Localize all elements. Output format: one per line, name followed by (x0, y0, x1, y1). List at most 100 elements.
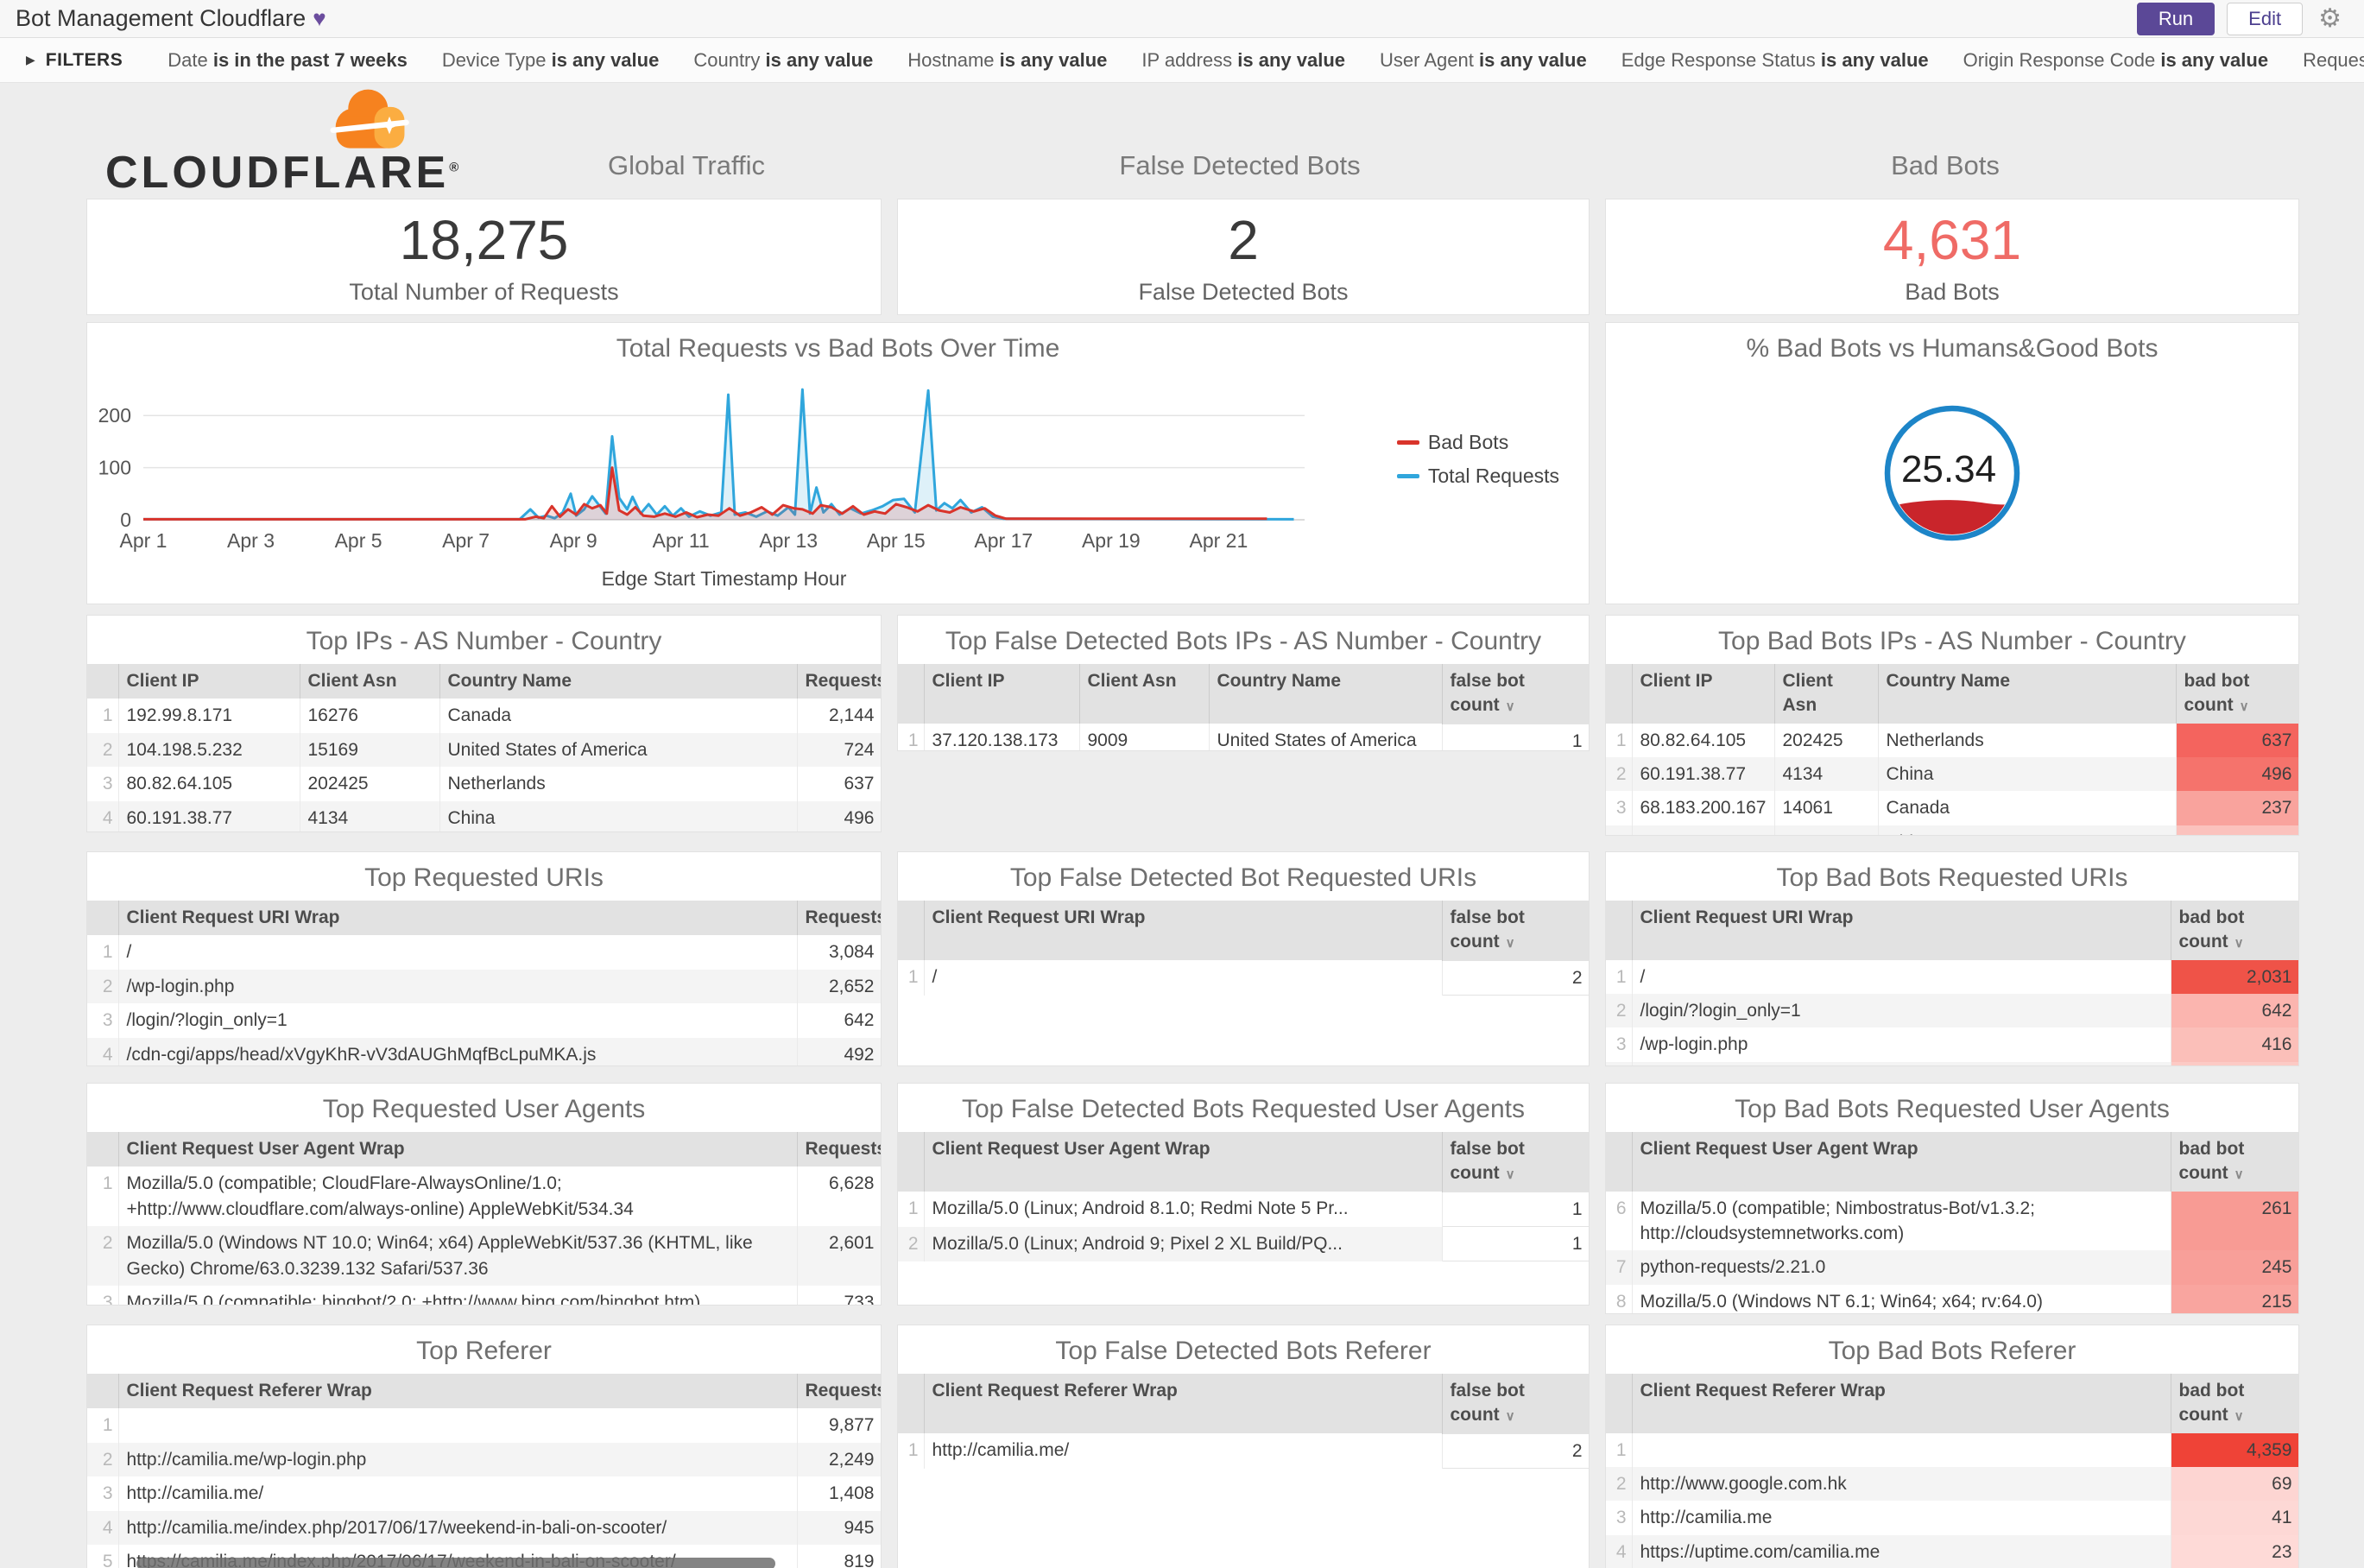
column-header[interactable]: bad bot count ∨ (2171, 901, 2298, 960)
svg-text:0: 0 (120, 509, 131, 531)
column-header[interactable]: Client Asn (1774, 664, 1879, 724)
value-cell: 2,652 (796, 969, 881, 1004)
table-row: 8 Mozilla/5.0 (Windows NT 6.1; Win64; x64… (1606, 1284, 2298, 1313)
line-chart[interactable]: 0 100 200 Apr 1 Apr 3 Apr 5 Apr 7 Apr 9 Apr 11 Ap… (87, 371, 1589, 563)
gear-icon[interactable]: ⚙ (2318, 3, 2342, 34)
svg-text:Apr 3: Apr 3 (227, 529, 275, 552)
value-cell: 41 (2170, 1501, 2298, 1535)
data-table: Client Request User Agent WrapRequests∨1… (87, 1132, 881, 1305)
column-header[interactable]: Client Request User Agent Wrap (924, 1132, 1443, 1192)
kpi-row: 18,275 Total Number of Requests 2 False … (86, 199, 2364, 315)
edit-button[interactable]: Edit (2227, 2, 2304, 35)
table-cell: China (1878, 825, 2177, 835)
ip-tables-row: Top IPs - AS Number - Country Client IP C… (86, 615, 2364, 836)
run-button[interactable]: Run (2136, 2, 2215, 35)
table-tile-top-referer: Top Referer Client Request Referer Wrap R… (86, 1325, 882, 1568)
table-cell: United States of America (439, 732, 798, 768)
filter-item[interactable]: Device Type is any value (442, 49, 660, 72)
filter-item[interactable]: Edge Response Status is any value (1621, 49, 1929, 72)
column-header[interactable]: Requests∨ (797, 1374, 881, 1409)
column-header[interactable]: bad bot count ∨ (2171, 1374, 2298, 1433)
filter-item[interactable]: Request URI is any value (2303, 49, 2364, 72)
column-header[interactable]: Client Asn (1079, 664, 1210, 724)
horizontal-scrollbar[interactable] (136, 1558, 775, 1568)
value-cell: 3,084 (796, 935, 881, 970)
column-header[interactable]: Client Request URI Wrap (924, 901, 1443, 961)
column-header[interactable]: Requests∨ (797, 1132, 881, 1167)
svg-text:Apr 17: Apr 17 (974, 529, 1033, 552)
row-index: 2 (1606, 1467, 1633, 1502)
column-header[interactable]: Client Request Referer Wrap (924, 1374, 1443, 1434)
cloudflare-logo: CLOUDFLARE® (105, 89, 468, 199)
value-cell: 1 (1441, 1191, 1589, 1228)
table-tile-top-ips: Top IPs - AS Number - Country Client IP C… (86, 615, 882, 832)
column-header[interactable]: Client IP (1632, 664, 1775, 724)
table-cell: / (118, 935, 798, 970)
column-header[interactable]: Country Name (1209, 664, 1443, 724)
column-header[interactable]: bad bot count ∨ (2171, 1132, 2298, 1192)
column-header[interactable]: Client Request User Agent Wrap (1632, 1132, 2171, 1192)
column-header[interactable]: Client Request User Agent Wrap (118, 1132, 798, 1167)
column-header[interactable]: Requests∨ (797, 901, 881, 936)
column-header[interactable]: Client Request URI Wrap (1632, 901, 2171, 960)
column-header[interactable]: Client Request URI Wrap (118, 901, 798, 936)
column-header[interactable]: false bot count ∨ (1442, 901, 1589, 961)
column-header[interactable]: Client IP (118, 664, 300, 699)
filter-item[interactable]: Country is any value (693, 49, 873, 72)
sort-descending-icon: ∨ (1505, 1167, 1515, 1183)
sort-descending-icon: ∨ (2234, 1409, 2244, 1425)
column-header[interactable]: Client IP (924, 664, 1080, 724)
row-index: 3 (87, 767, 119, 801)
column-header[interactable]: Country Name (439, 664, 798, 699)
table-row: 3 68.183.200.167 14061 Canada 237 (1606, 791, 2298, 825)
value-cell: 245 (2170, 1250, 2298, 1285)
row-index: 2 (898, 1226, 925, 1261)
value-cell: 2,601 (796, 1226, 881, 1286)
row-index: 2 (87, 732, 119, 768)
value-cell: 23 (2170, 1534, 2298, 1568)
value-cell: 1,408 (796, 1476, 881, 1511)
filter-item[interactable]: IP address is any value (1141, 49, 1345, 72)
timeseries-chart-tile: Total Requests vs Bad Bots Over Time 0 10… (86, 322, 1590, 604)
table-cell (1632, 1432, 2171, 1468)
column-header[interactable]: Country Name (1878, 664, 2177, 724)
column-header[interactable]: bad bot count ∨ (2176, 664, 2298, 724)
filter-item[interactable]: Hostname is any value (907, 49, 1107, 72)
svg-text:Apr 15: Apr 15 (867, 529, 926, 552)
table-row: 2 60.191.38.77 4134 China 496 (1606, 757, 2298, 792)
value-cell: 215 (2170, 1284, 2298, 1313)
svg-text:Apr 11: Apr 11 (653, 529, 710, 552)
filters-expand-icon[interactable]: ▶ (26, 53, 35, 67)
row-index: 6 (1606, 1191, 1633, 1251)
column-header[interactable]: Client Asn (300, 664, 440, 699)
table-row: 1 192.99.8.171 16276 Canada 2,144 (87, 699, 881, 733)
data-table: Client Request User Agent Wrap false bot … (898, 1132, 1589, 1262)
legend-item[interactable]: Total Requests (1396, 465, 1559, 488)
row-index: 2 (87, 969, 119, 1004)
filter-item[interactable]: Date is in the past 7 weeks (168, 49, 408, 72)
filter-item[interactable]: Origin Response Code is any value (1963, 49, 2268, 72)
table-cell: Mozilla/5.0 (compatible; CloudFlare-Alwa… (118, 1167, 798, 1227)
column-header[interactable]: false bot count ∨ (1442, 1374, 1589, 1434)
column-header[interactable]: Client Request Referer Wrap (118, 1374, 798, 1409)
legend-item[interactable]: Bad Bots (1396, 431, 1559, 454)
svg-text:Apr 9: Apr 9 (550, 529, 597, 552)
table-cell: Mozilla/5.0 (compatible; bingbot/2.0; +h… (118, 1285, 798, 1305)
row-index: 4 (1606, 1534, 1633, 1568)
table-title: Top Bad Bots Requested User Agents (1735, 1095, 2170, 1123)
row-index-header (87, 664, 119, 699)
row-index-header (898, 1374, 925, 1434)
table-cell: 104.198.5.232 (118, 732, 300, 768)
column-header[interactable]: Requests∨ (797, 664, 881, 699)
column-header[interactable]: Client Request Referer Wrap (1632, 1374, 2171, 1433)
table-title: Top Requested User Agents (322, 1095, 646, 1123)
column-header[interactable]: false bot count ∨ (1442, 664, 1589, 724)
filter-item[interactable]: User Agent is any value (1380, 49, 1587, 72)
page-title: Bot Management Cloudflare (16, 5, 307, 31)
column-header[interactable]: false bot count ∨ (1442, 1132, 1589, 1192)
table-row: 4 60.191.38.77 4134 China 496 (87, 800, 881, 831)
value-cell: 733 (796, 1285, 881, 1305)
table-row: 2 Mozilla/5.0 (Linux; Android 9; Pixel 2 … (898, 1226, 1589, 1262)
gauge-title: % Bad Bots vs Humans&Good Bots (1746, 334, 2159, 363)
table-row: 3 http://camilia.me 41 (1606, 1501, 2298, 1535)
